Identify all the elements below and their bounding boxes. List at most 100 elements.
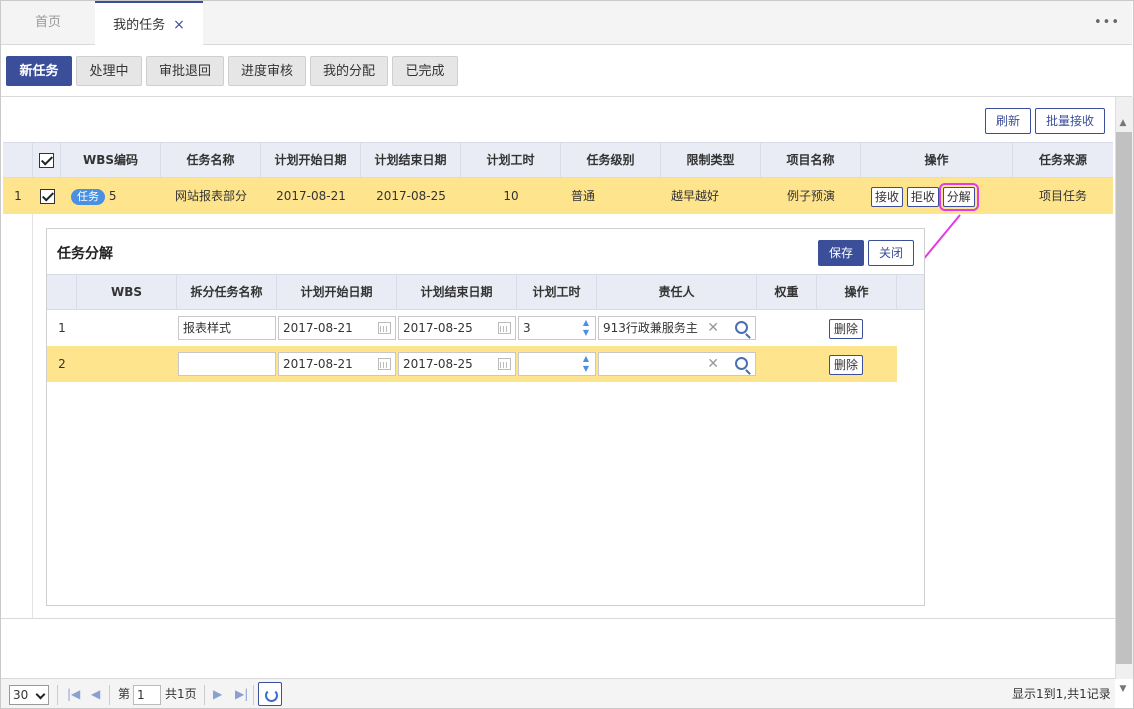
divider	[253, 685, 254, 705]
end-date-input[interactable]: 2017-08-25	[398, 316, 516, 340]
completed-button[interactable]: 已完成	[392, 56, 458, 86]
page-total: 共1页	[165, 687, 197, 701]
sub-table-row[interactable]: 2 2017-08-21 2017-08-25 ▲ ▼ ✕ 删除	[47, 346, 897, 382]
owner-field[interactable]: 913行政兼服务主 ✕	[598, 316, 756, 340]
page-prefix: 第	[118, 687, 131, 701]
sub-header-name: 拆分任务名称	[177, 275, 277, 309]
batch-accept-button[interactable]: 批量接收	[1035, 108, 1105, 134]
end-date-value: 2017-08-25	[403, 357, 473, 371]
panel-title: 任务分解	[57, 246, 113, 262]
header-hours[interactable]: 计划工时	[461, 143, 561, 177]
pagination-bar: 30 |◀ ◀ 第 1 共1页 ▶ ▶| 显示1到1,共1记录	[1, 678, 1115, 708]
sub-header-owner: 责任人	[597, 275, 757, 309]
decompose-button[interactable]: 分解	[938, 182, 979, 211]
in-progress-button[interactable]: 处理中	[76, 56, 142, 86]
progress-review-button[interactable]: 进度审核	[228, 56, 306, 86]
calendar-icon[interactable]	[498, 322, 511, 334]
tab-my-tasks[interactable]: 我的任务 ×	[95, 1, 203, 46]
owner-field[interactable]: ✕	[598, 352, 756, 376]
header-limit-type[interactable]: 限制类型	[661, 143, 761, 177]
sub-row-index: 1	[58, 321, 66, 335]
close-icon[interactable]: ×	[173, 17, 185, 33]
row-end-date: 2017-08-25	[376, 189, 446, 203]
row-index: 1	[14, 189, 22, 203]
close-button[interactable]: 关闭	[868, 240, 915, 266]
delete-button[interactable]: 删除	[829, 355, 864, 375]
sub-header-end: 计划结束日期	[397, 275, 517, 309]
prev-page-icon[interactable]: ◀	[91, 687, 100, 701]
search-icon[interactable]	[735, 357, 748, 370]
start-date-input[interactable]: 2017-08-21	[278, 352, 396, 376]
table-row[interactable]: 1 任务 5 网站报表部分 2017-08-21 2017-08-25 10 普…	[3, 178, 1113, 214]
subtask-name-input[interactable]: 报表样式	[178, 316, 276, 340]
row-hours: 10	[503, 189, 519, 203]
stepper-arrows-icon[interactable]: ▲ ▼	[580, 318, 592, 338]
subtask-name-input[interactable]	[178, 352, 276, 376]
scrollbar-thumb[interactable]	[1116, 132, 1132, 664]
row-limit-type: 越早越好	[671, 189, 720, 203]
reload-icon[interactable]	[258, 682, 282, 706]
calendar-icon[interactable]	[498, 358, 511, 370]
page-size-select[interactable]: 30	[9, 685, 49, 705]
scroll-down-icon[interactable]: ▼	[1118, 684, 1128, 694]
sub-table-row[interactable]: 1 报表样式 2017-08-21 2017-08-25 3 ▲ ▼ 913行政兼服…	[47, 310, 897, 346]
clear-icon[interactable]: ✕	[707, 317, 719, 339]
calendar-icon[interactable]	[378, 358, 391, 370]
row-checkbox[interactable]	[33, 178, 61, 214]
divider	[1, 618, 1115, 619]
sub-header-wbs: WBS	[77, 275, 177, 309]
row-task-name: 网站报表部分	[174, 189, 247, 203]
checkbox-icon	[39, 189, 55, 204]
row-source: 项目任务	[1038, 189, 1087, 203]
first-page-icon[interactable]: |◀	[67, 687, 80, 701]
tab-home[interactable]: 首页	[1, 1, 95, 45]
divider	[57, 685, 58, 705]
page-input[interactable]: 1	[133, 685, 161, 705]
refresh-button[interactable]: 刷新	[985, 108, 1031, 134]
last-page-icon[interactable]: ▶|	[235, 687, 248, 701]
task-decompose-panel: 任务分解 保存 关闭 WBS 拆分任务名称 计划开始日期 计划结束日期 计划工时…	[46, 228, 925, 606]
divider	[1, 96, 1132, 97]
header-task-name[interactable]: 任务名称	[161, 143, 261, 177]
start-date-input[interactable]: 2017-08-21	[278, 316, 396, 340]
reject-button[interactable]: 拒收	[906, 186, 939, 207]
delete-button[interactable]: 删除	[829, 319, 864, 339]
hours-stepper[interactable]: ▲ ▼	[518, 352, 596, 376]
approval-returned-button[interactable]: 审批退回	[146, 56, 224, 86]
end-date-value: 2017-08-25	[403, 321, 473, 335]
checkbox-icon	[39, 153, 54, 168]
start-date-value: 2017-08-21	[283, 321, 353, 335]
row-wbs: 任务 5	[61, 178, 161, 214]
search-icon[interactable]	[735, 321, 748, 334]
header-wbs[interactable]: WBS编码	[61, 143, 161, 177]
header-operations: 操作	[861, 143, 1013, 177]
clear-icon[interactable]: ✕	[707, 353, 719, 375]
next-page-icon[interactable]: ▶	[213, 687, 222, 701]
row-project: 例子预演	[786, 189, 835, 203]
more-icon[interactable]: •••	[1094, 15, 1120, 30]
end-date-input[interactable]: 2017-08-25	[398, 352, 516, 376]
save-button[interactable]: 保存	[818, 240, 865, 266]
row-gutter	[3, 214, 33, 619]
select-all-checkbox[interactable]	[33, 143, 61, 177]
header-source[interactable]: 任务来源	[1013, 143, 1113, 177]
header-level[interactable]: 任务级别	[561, 143, 661, 177]
calendar-icon[interactable]	[378, 322, 391, 334]
accept-button[interactable]: 接收	[871, 186, 904, 207]
sub-header-hours: 计划工时	[517, 275, 597, 309]
sub-header-start: 计划开始日期	[277, 275, 397, 309]
sub-header-operations: 操作	[817, 275, 897, 309]
row-start-date: 2017-08-21	[276, 189, 346, 203]
stepper-arrows-icon[interactable]: ▲ ▼	[580, 354, 592, 374]
header-end-date[interactable]: 计划结束日期	[361, 143, 461, 177]
tab-bar: 首页 我的任务 × •••	[1, 1, 1132, 46]
tab-home-label: 首页	[34, 15, 61, 30]
wbs-code: 5	[108, 189, 117, 203]
header-project[interactable]: 项目名称	[761, 143, 861, 177]
header-start-date[interactable]: 计划开始日期	[261, 143, 361, 177]
new-task-button[interactable]: 新任务	[6, 56, 72, 86]
my-assignments-button[interactable]: 我的分配	[310, 56, 388, 86]
hours-stepper[interactable]: 3 ▲ ▼	[518, 316, 596, 340]
scroll-up-icon[interactable]: ▲	[1118, 118, 1128, 128]
row-level: 普通	[571, 189, 596, 203]
